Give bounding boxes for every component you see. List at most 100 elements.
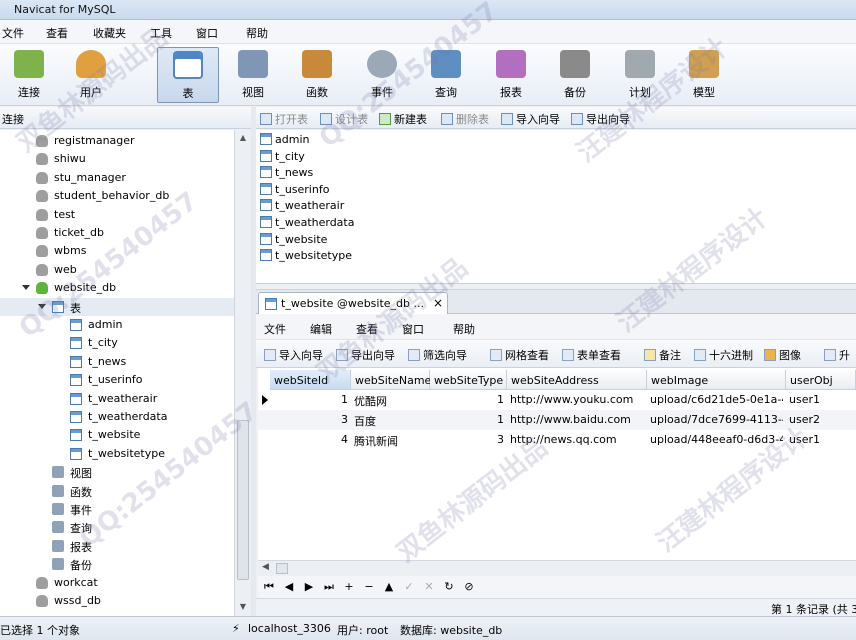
expand-arrow-icon[interactable] (22, 285, 30, 291)
expand-arrow-icon[interactable] (38, 303, 46, 309)
table-cell[interactable]: http://news.qq.com (510, 433, 644, 446)
tree-item[interactable]: 事件 (0, 500, 234, 518)
table-cell[interactable]: upload/c6d21de5-0e1a-4 (650, 393, 783, 406)
toolbar-function-button[interactable]: 函数 (286, 47, 348, 103)
tree-scrollbar[interactable]: ▲ ▼ (234, 130, 251, 616)
menu-tools[interactable]: 工具 (150, 25, 172, 41)
apply-record-icon[interactable]: ✓ (402, 580, 416, 593)
table-cell[interactable]: user2 (789, 413, 853, 426)
form-view-button[interactable]: 表单查看 (562, 347, 621, 363)
image-button[interactable]: 图像 (764, 347, 801, 363)
viewer-menu-edit[interactable]: 编辑 (310, 321, 332, 337)
toolbar-schedule-button[interactable]: 计划 (609, 47, 671, 103)
next-record-icon[interactable]: ▶ (302, 580, 316, 593)
table-row[interactable]: 1 优酷网 1 http://www.youku.com upload/c6d21de5… (258, 390, 856, 410)
delete-record-icon[interactable]: − (362, 580, 376, 593)
tab-close-icon[interactable]: × (433, 296, 443, 310)
viewer-export-button[interactable]: 导出向导 (336, 347, 395, 363)
menu-favorites[interactable]: 收藏夹 (93, 25, 126, 41)
tree-item[interactable]: 报表 (0, 537, 234, 555)
tree-item[interactable]: t_website (0, 426, 234, 444)
table-cell[interactable]: user1 (789, 433, 853, 446)
menu-window[interactable]: 窗口 (196, 25, 218, 41)
tree-item[interactable]: web (0, 261, 234, 279)
table-cell[interactable]: 1 (433, 413, 504, 426)
column-header[interactable]: webSiteId (270, 370, 351, 390)
tree-item[interactable]: workcat (0, 574, 234, 592)
viewer-menu-file[interactable]: 文件 (264, 321, 286, 337)
tree-item[interactable]: 视图 (0, 463, 234, 481)
cancel-record-icon[interactable]: ✕ (422, 580, 436, 593)
object-list-item[interactable]: t_news (260, 166, 313, 183)
table-cell[interactable]: upload/448eeaf0-d6d3-4 (650, 433, 783, 446)
delete-table-button[interactable]: 删除表 (441, 111, 489, 127)
tree-item[interactable]: t_weatherair (0, 390, 234, 408)
export-wizard-button[interactable]: 导出向导 (571, 111, 630, 127)
table-row[interactable]: 4 腾讯新闻 3 http://news.qq.com upload/448eeaf0-… (258, 430, 856, 450)
scroll-down-icon[interactable]: ▼ (238, 602, 248, 612)
table-cell[interactable]: 百度 (354, 413, 427, 429)
scroll-left-icon[interactable]: ◀ (262, 562, 269, 572)
tree-item[interactable]: 查询 (0, 518, 234, 536)
viewer-import-button[interactable]: 导入向导 (264, 347, 323, 363)
toolbar-view-button[interactable]: 视图 (222, 47, 284, 103)
table-cell[interactable]: 3 (433, 433, 504, 446)
tree-item[interactable]: website_db (0, 279, 234, 297)
toolbar-user-button[interactable]: 用户 (60, 47, 122, 103)
object-list-item[interactable]: t_userinfo (260, 182, 329, 200)
tree-item[interactable]: test (0, 206, 234, 224)
table-cell[interactable]: user1 (789, 393, 853, 406)
tree-item[interactable]: 表 (0, 297, 234, 316)
design-table-button[interactable]: 设计表 (320, 111, 368, 127)
memo-button[interactable]: 备注 (644, 347, 681, 363)
tab-t-website[interactable]: t_website @website_db ... × (258, 292, 448, 314)
table-cell[interactable]: http://www.baidu.com (510, 413, 644, 426)
menu-help[interactable]: 帮助 (246, 25, 268, 41)
column-header[interactable]: userObj (786, 370, 856, 390)
table-cell[interactable]: 优酷网 (354, 393, 427, 409)
add-record-icon[interactable]: + (342, 580, 356, 593)
table-cell[interactable]: 1 (433, 393, 504, 406)
object-list-item[interactable]: t_weatherair (260, 199, 344, 216)
open-table-button[interactable]: 打开表 (260, 111, 308, 127)
tree-scroll-thumb[interactable] (237, 420, 249, 580)
tree-item[interactable]: 函数 (0, 482, 234, 500)
object-list-item[interactable]: t_weatherdata (260, 216, 354, 233)
grid-horizontal-scrollbar[interactable]: ◀ (258, 560, 856, 576)
table-cell[interactable]: 腾讯新闻 (354, 433, 427, 449)
viewer-menu-help[interactable]: 帮助 (453, 321, 475, 337)
tree-item[interactable]: 备份 (0, 555, 234, 573)
tree-item[interactable]: stu_manager (0, 169, 234, 187)
column-header[interactable]: webSiteName (351, 370, 431, 390)
toolbar-backup-button[interactable]: 备份 (544, 47, 606, 103)
toolbar-connect-button[interactable]: 连接 (0, 47, 60, 103)
table-cell[interactable]: 3 (273, 413, 348, 426)
toolbar-event-button[interactable]: 事件 (351, 47, 413, 103)
column-header[interactable]: webSiteAddress (507, 370, 647, 390)
object-list-item[interactable]: t_websitetype (260, 249, 352, 266)
toolbar-report-button[interactable]: 报表 (480, 47, 542, 103)
tree-item[interactable]: admin (0, 316, 234, 334)
last-record-icon[interactable]: ⏭ (322, 580, 336, 594)
tree-item[interactable]: wbms (0, 242, 234, 260)
tree-item[interactable]: t_weatherdata (0, 408, 234, 426)
object-list-item[interactable]: t_website (260, 232, 327, 250)
table-cell[interactable]: upload/7dce7699-4113-4 (650, 413, 783, 426)
table-row[interactable]: 3 百度 1 http://www.baidu.com upload/7dce7699-… (258, 410, 856, 430)
refresh-icon[interactable]: ↻ (442, 580, 456, 593)
table-cell[interactable]: http://www.youku.com (510, 393, 644, 406)
sort-ascending-button[interactable]: 升 (824, 347, 850, 363)
tree-item[interactable]: t_userinfo (0, 371, 234, 389)
viewer-menu-window[interactable]: 窗口 (402, 321, 424, 337)
tree-item[interactable]: t_websitetype (0, 445, 234, 463)
tree-item[interactable]: shiwu (0, 150, 234, 168)
tree-item[interactable]: ticket_db (0, 224, 234, 242)
tree-item[interactable]: t_news (0, 353, 234, 371)
toolbar-query-button[interactable]: 查询 (415, 47, 477, 103)
prev-record-icon[interactable]: ◀ (282, 580, 296, 593)
viewer-menu-view[interactable]: 查看 (356, 321, 378, 337)
first-record-icon[interactable]: ⏮ (262, 580, 276, 594)
grid-scroll-thumb[interactable] (276, 563, 288, 574)
import-wizard-button[interactable]: 导入向导 (501, 111, 560, 127)
filter-wizard-button[interactable]: 筛选向导 (408, 347, 467, 363)
